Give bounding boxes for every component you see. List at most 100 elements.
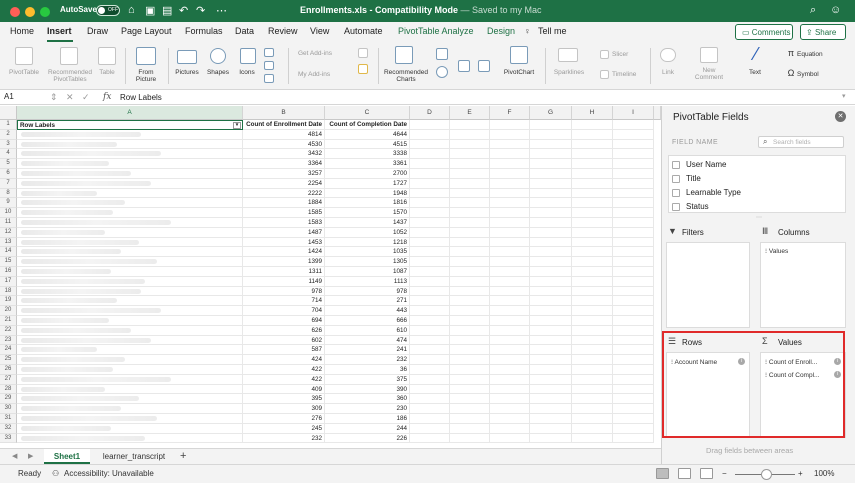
completion-count-cell[interactable]: 610: [325, 325, 410, 336]
empty-cell[interactable]: [450, 208, 490, 218]
empty-cell[interactable]: [572, 169, 613, 179]
text-button[interactable]: Text: [743, 69, 767, 76]
empty-cell[interactable]: [572, 188, 613, 199]
row-number[interactable]: 16: [0, 267, 17, 277]
enrollment-count-cell[interactable]: 4814: [243, 129, 325, 140]
empty-cell[interactable]: [613, 159, 654, 169]
completion-count-cell[interactable]: 241: [325, 345, 410, 356]
completion-count-cell[interactable]: 375: [325, 374, 410, 385]
account-name-cell[interactable]: [17, 257, 243, 267]
icons-button[interactable]: Icons: [234, 69, 260, 76]
page-layout-view-button[interactable]: [678, 468, 691, 479]
empty-cell[interactable]: [410, 365, 450, 375]
empty-cell[interactable]: [572, 325, 613, 336]
tab-automate[interactable]: Automate: [344, 26, 383, 36]
empty-cell[interactable]: [572, 345, 613, 356]
row-labels-header-cell[interactable]: Row Labels ▾: [17, 120, 243, 130]
print-icon[interactable]: ▤: [162, 4, 172, 17]
icons-icon[interactable]: [240, 48, 256, 64]
empty-cell[interactable]: [410, 345, 450, 356]
column-header-g[interactable]: G: [530, 106, 572, 120]
completion-count-cell[interactable]: 232: [325, 355, 410, 365]
row-number[interactable]: 4: [0, 149, 17, 160]
empty-cell[interactable]: [530, 433, 572, 444]
empty-cell[interactable]: [410, 208, 450, 218]
empty-cell[interactable]: [490, 384, 530, 395]
empty-cell[interactable]: [450, 149, 490, 160]
empty-cell[interactable]: [450, 120, 490, 130]
empty-cell[interactable]: [410, 404, 450, 414]
shapes-button[interactable]: Shapes: [204, 69, 232, 76]
row-number[interactable]: 11: [0, 218, 17, 228]
empty-cell[interactable]: [410, 139, 450, 150]
completion-header-cell[interactable]: Count of Completion Date: [325, 120, 410, 130]
tell-me-search[interactable]: Tell me: [538, 26, 567, 36]
empty-cell[interactable]: [410, 335, 450, 346]
row-number[interactable]: 6: [0, 169, 17, 179]
completion-count-cell[interactable]: 1948: [325, 188, 410, 199]
formula-input[interactable]: Row Labels: [120, 93, 162, 102]
columns-item-values[interactable]: ⁝ Values: [765, 247, 788, 255]
empty-cell[interactable]: [410, 218, 450, 228]
empty-cell[interactable]: [490, 276, 530, 287]
empty-cell[interactable]: [410, 374, 450, 385]
empty-cell[interactable]: [450, 188, 490, 199]
enrollment-count-cell[interactable]: 422: [243, 374, 325, 385]
pivotchart-icon[interactable]: [510, 46, 528, 64]
empty-cell[interactable]: [530, 345, 572, 356]
account-name-cell[interactable]: [17, 218, 243, 228]
empty-cell[interactable]: [613, 296, 654, 307]
row-number[interactable]: 14: [0, 247, 17, 258]
zoom-slider-thumb[interactable]: [761, 469, 772, 480]
empty-cell[interactable]: [410, 188, 450, 199]
table-icon[interactable]: [98, 47, 116, 65]
empty-cell[interactable]: [572, 414, 613, 424]
tab-formulas[interactable]: Formulas: [185, 26, 223, 36]
empty-cell[interactable]: [613, 414, 654, 424]
empty-cell[interactable]: [613, 120, 654, 130]
enrollment-count-cell[interactable]: 1149: [243, 276, 325, 287]
empty-cell[interactable]: [450, 218, 490, 228]
slicer-icon[interactable]: [600, 50, 609, 59]
zoom-in-icon[interactable]: +: [798, 469, 803, 478]
row-number[interactable]: 33: [0, 433, 17, 444]
empty-cell[interactable]: [613, 345, 654, 356]
tab-home[interactable]: Home: [10, 26, 34, 36]
row-number[interactable]: 29: [0, 394, 17, 405]
column-header-f[interactable]: F: [490, 106, 530, 120]
completion-count-cell[interactable]: 271: [325, 296, 410, 307]
row-number[interactable]: 32: [0, 423, 17, 434]
empty-cell[interactable]: [572, 237, 613, 248]
completion-count-cell[interactable]: 1727: [325, 178, 410, 189]
pictures-button[interactable]: Pictures: [172, 69, 202, 76]
empty-cell[interactable]: [450, 227, 490, 238]
my-addins-button[interactable]: My Add-ins: [298, 71, 354, 78]
empty-cell[interactable]: [490, 433, 530, 444]
save-icon[interactable]: ▣: [145, 4, 155, 17]
empty-cell[interactable]: [613, 169, 654, 179]
row-number[interactable]: 5: [0, 159, 17, 169]
row-number[interactable]: 26: [0, 365, 17, 375]
empty-cell[interactable]: [410, 247, 450, 258]
enrollment-count-cell[interactable]: 602: [243, 335, 325, 346]
empty-cell[interactable]: [572, 218, 613, 228]
empty-cell[interactable]: [450, 198, 490, 209]
select-all-corner[interactable]: [0, 106, 17, 120]
equation-button[interactable]: Equation: [797, 51, 837, 58]
recommended-charts-button[interactable]: Recommended Charts: [382, 69, 430, 83]
search-icon[interactable]: ⌕: [810, 4, 816, 17]
empty-cell[interactable]: [613, 218, 654, 228]
account-name-cell[interactable]: [17, 286, 243, 297]
empty-cell[interactable]: [450, 384, 490, 395]
empty-cell[interactable]: [530, 276, 572, 287]
from-picture-icon[interactable]: [136, 47, 156, 65]
empty-cell[interactable]: [572, 335, 613, 346]
empty-cell[interactable]: [410, 394, 450, 405]
empty-cell[interactable]: [613, 227, 654, 238]
empty-cell[interactable]: [450, 306, 490, 316]
account-name-cell[interactable]: [17, 149, 243, 160]
empty-cell[interactable]: [572, 267, 613, 277]
column-header-h[interactable]: H: [572, 106, 613, 120]
empty-cell[interactable]: [490, 355, 530, 365]
account-name-cell[interactable]: [17, 316, 243, 326]
